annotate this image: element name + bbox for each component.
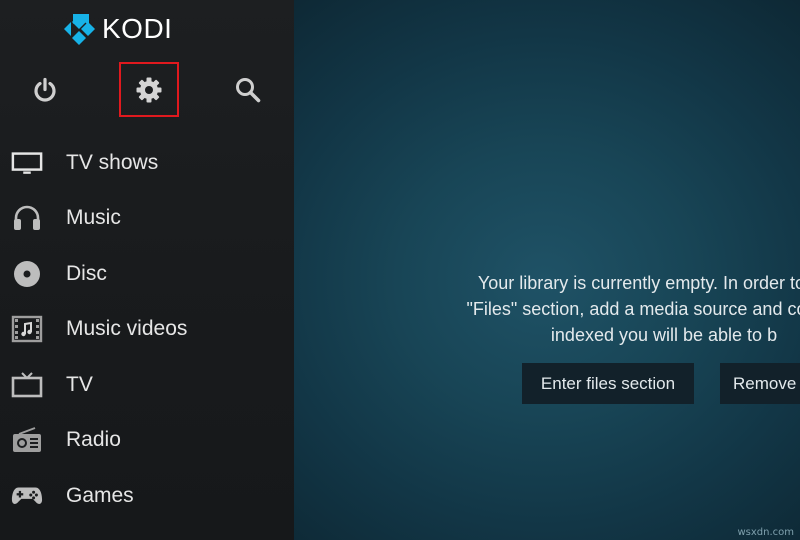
gear-icon: [136, 77, 162, 102]
sidebar-item-music[interactable]: Music: [0, 191, 294, 247]
main-content: Your library is currently empty. In orde…: [294, 0, 800, 540]
disc-icon: [11, 258, 43, 290]
radio-icon: [11, 424, 43, 456]
power-icon: [34, 77, 56, 102]
sidebar-item-radio[interactable]: Radio: [0, 413, 294, 469]
main-menu: TV shows Music Disc Music videos TV Radi…: [0, 135, 294, 524]
sidebar: KODI TV shows Music Disc Music videos TV…: [0, 0, 294, 540]
sidebar-item-label: Music: [66, 206, 121, 230]
sidebar-item-label: Games: [66, 483, 134, 507]
sidebar-item-label: Music videos: [66, 317, 188, 341]
sidebar-item-tv[interactable]: TV: [0, 357, 294, 413]
search-icon: [236, 78, 261, 103]
sidebar-item-tv-shows[interactable]: TV shows: [0, 135, 294, 191]
app-name: KODI: [102, 13, 173, 44]
headphones-icon: [11, 202, 43, 234]
tv-icon: [11, 369, 43, 401]
sidebar-item-games[interactable]: Games: [0, 468, 294, 524]
empty-library-message: Your library is currently empty. In orde…: [314, 270, 800, 348]
kodi-logo[interactable]: KODI: [62, 12, 172, 46]
watermark: wsxdn.com: [737, 527, 794, 538]
enter-files-section-button[interactable]: Enter files section: [522, 363, 694, 404]
gamepad-icon: [11, 480, 43, 512]
power-button[interactable]: [18, 64, 72, 116]
search-button[interactable]: [221, 64, 275, 116]
sidebar-item-disc[interactable]: Disc: [0, 246, 294, 302]
remove-button[interactable]: Remove: [720, 363, 800, 404]
message-line: indexed you will be able to b: [550, 325, 778, 345]
sidebar-item-label: TV shows: [66, 150, 159, 174]
message-line: "Files" section, add a media source and …: [466, 299, 800, 319]
kodi-logo-icon: [64, 14, 95, 45]
sidebar-item-music-videos[interactable]: Music videos: [0, 302, 294, 358]
sidebar-item-label: Radio: [66, 428, 121, 452]
message-line: Your library is currently empty. In orde…: [477, 273, 800, 293]
settings-button[interactable]: [119, 62, 179, 117]
sidebar-item-label: Disc: [66, 261, 107, 285]
sidebar-item-label: TV: [66, 372, 93, 396]
music-videos-icon: [11, 313, 43, 345]
tv-shows-icon: [11, 147, 43, 179]
